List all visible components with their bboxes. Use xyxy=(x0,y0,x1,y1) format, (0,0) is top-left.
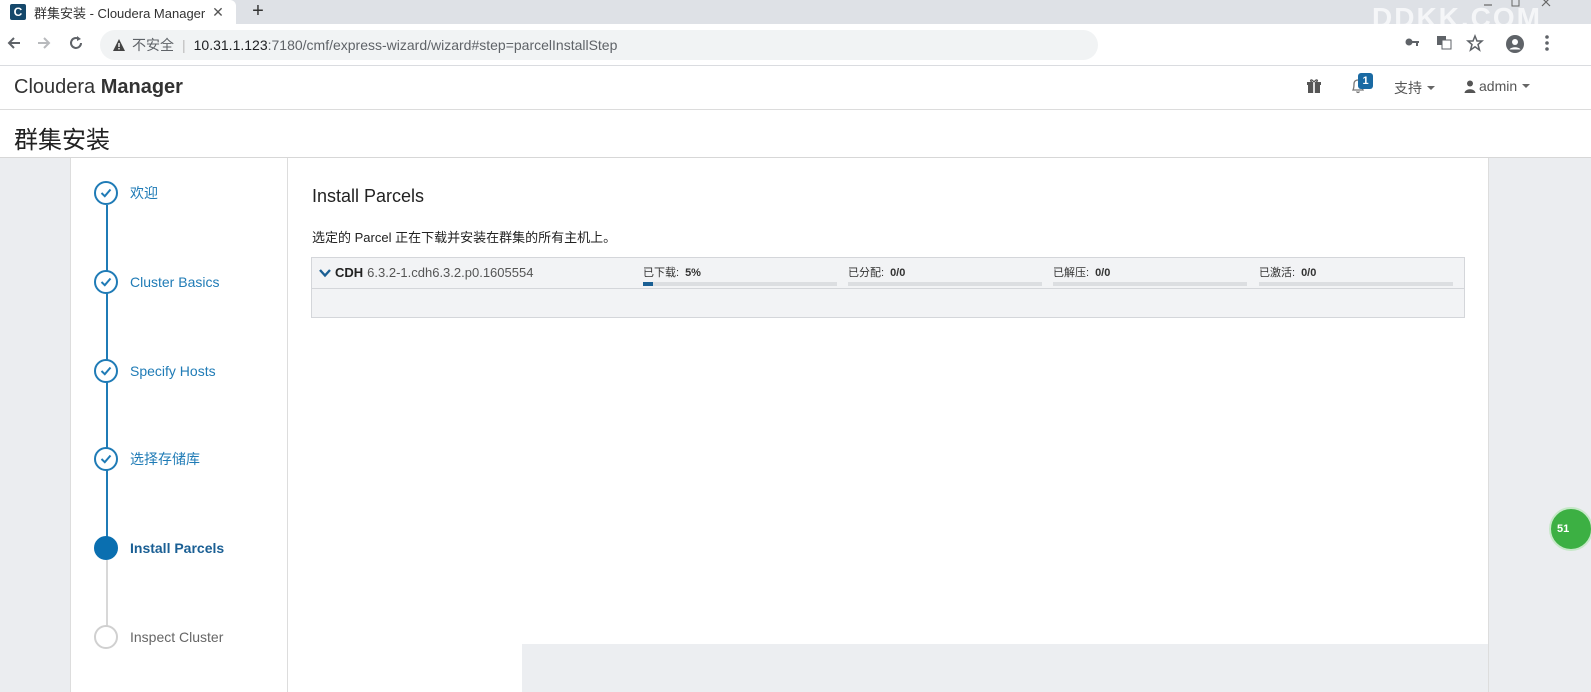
wizard-step-label: 选择存储库 xyxy=(130,451,200,467)
parcel-name: CDH xyxy=(335,265,364,280)
chevron-down-icon xyxy=(1522,84,1531,88)
url-host: 10.31.1.123 xyxy=(193,37,268,53)
unpacked-progress-bar xyxy=(1053,282,1247,286)
downloaded-progress-bar xyxy=(643,282,837,286)
profile-icon[interactable] xyxy=(1505,34,1525,59)
section-title: Install Parcels xyxy=(312,186,425,206)
tab-close-icon[interactable]: ✕ xyxy=(210,4,226,21)
wizard-step-inspect-cluster[interactable]: Inspect Cluster xyxy=(94,625,223,649)
restore-icon[interactable] xyxy=(1510,0,1522,11)
wizard-step-label: Cluster Basics xyxy=(130,274,220,290)
browser-toolbar: 不安全 | 10.31.1.123 :7180/cmf/express-wiza… xyxy=(0,24,1591,66)
floating-badge[interactable]: 51 xyxy=(1549,507,1591,551)
parcel-expand-toggle[interactable]: CDH 6.3.2-1.cdh6.3.2.p0.1605554 xyxy=(318,265,533,280)
bottom-panel xyxy=(522,644,1488,692)
downloaded-stat: 已下载: 5% xyxy=(643,264,837,286)
new-tab-button[interactable]: + xyxy=(248,0,268,24)
chevron-down-icon xyxy=(319,268,331,277)
warning-icon xyxy=(113,39,125,51)
translate-icon[interactable] xyxy=(1436,34,1452,55)
wizard-step-welcome[interactable]: 欢迎 xyxy=(94,181,158,205)
forward-button[interactable] xyxy=(34,34,54,54)
active-step-dot-icon xyxy=(94,536,118,560)
user-icon xyxy=(1464,80,1476,93)
page-title: 群集安装 xyxy=(14,127,110,154)
user-label: admin xyxy=(1479,78,1518,94)
back-button[interactable] xyxy=(4,34,24,54)
cm-header: Cloudera Manager 支持 admin xyxy=(0,66,1591,110)
logo-text-plain: Cloudera xyxy=(14,76,101,98)
support-label: 支持 xyxy=(1394,80,1422,96)
downloaded-label: 已下载: xyxy=(643,267,680,279)
wizard-step-label: Specify Hosts xyxy=(130,363,216,379)
parcel-gift-icon[interactable] xyxy=(1306,78,1322,94)
url-separator: | xyxy=(182,37,186,53)
distributed-label: 已分配: xyxy=(848,267,885,279)
activated-value: 0/0 xyxy=(1301,267,1317,279)
notification-count-badge[interactable]: 1 xyxy=(1358,73,1373,89)
wizard-step-specify-hosts[interactable]: Specify Hosts xyxy=(94,359,216,383)
url-bar[interactable]: 不安全 | 10.31.1.123 :7180/cmf/express-wiza… xyxy=(100,30,1098,60)
logo-text-bold: Manager xyxy=(100,76,183,98)
wizard-step-label: Inspect Cluster xyxy=(130,629,224,645)
wizard-step-select-repository[interactable]: 选择存储库 xyxy=(94,447,200,471)
wizard-steps-nav xyxy=(70,158,288,692)
activated-label: 已激活: xyxy=(1259,267,1296,279)
support-menu[interactable]: 支持 xyxy=(1394,78,1435,98)
wizard-step-label: 欢迎 xyxy=(130,185,158,201)
url-path: :7180/cmf/express-wizard/wizard#step=par… xyxy=(267,37,618,53)
checkmark-icon xyxy=(94,447,118,471)
downloaded-progress-fill xyxy=(643,282,653,286)
parcel-version: 6.3.2-1.cdh6.3.2.p0.1605554 xyxy=(367,265,534,280)
distributed-stat: 已分配: 0/0 xyxy=(848,264,1042,286)
downloaded-value: 5% xyxy=(685,267,701,279)
unpacked-value: 0/0 xyxy=(1095,267,1111,279)
browser-tabstrip: C 群集安装 - Cloudera Manager ✕ + DDKK.COM xyxy=(0,0,1591,33)
minimize-icon[interactable] xyxy=(1482,0,1494,11)
browser-tab[interactable]: C 群集安装 - Cloudera Manager ✕ xyxy=(0,0,236,24)
tab-title: 群集安装 - Cloudera Manager xyxy=(34,5,206,21)
wizard-step-label: Install Parcels xyxy=(130,540,225,556)
unpacked-label: 已解压: xyxy=(1053,267,1090,279)
menu-kebab-icon[interactable] xyxy=(1544,34,1550,57)
parcel-panel: CDH 6.3.2-1.cdh6.3.2.p0.1605554 已下载: 5% 已… xyxy=(311,257,1465,318)
activated-stat: 已激活: 0/0 xyxy=(1259,264,1453,286)
wizard-step-install-parcels[interactable]: Install Parcels xyxy=(94,536,224,560)
user-menu[interactable]: admin xyxy=(1464,78,1531,94)
step-connector-line-pending xyxy=(106,560,108,626)
checkmark-icon xyxy=(94,359,118,383)
star-icon[interactable] xyxy=(1466,33,1484,57)
parcel-row: CDH 6.3.2-1.cdh6.3.2.p0.1605554 已下载: 5% 已… xyxy=(312,258,1464,289)
page-titlebar: 群集安装 xyxy=(0,111,1591,158)
checkmark-icon xyxy=(94,181,118,205)
wizard-step-cluster-basics[interactable]: Cluster Basics xyxy=(94,270,219,294)
distributed-progress-bar xyxy=(848,282,1042,286)
pending-step-circle-icon xyxy=(94,625,118,649)
chevron-down-icon xyxy=(1427,86,1435,90)
unpacked-stat: 已解压: 0/0 xyxy=(1053,264,1247,286)
key-icon[interactable] xyxy=(1404,34,1420,55)
insecure-label: 不安全 xyxy=(132,37,174,53)
section-description: 选定的 Parcel 正在下载并安装在群集的所有主机上。 xyxy=(312,230,617,245)
window-close-icon[interactable] xyxy=(1540,0,1552,11)
cloudera-favicon-icon: C xyxy=(10,4,26,20)
distributed-value: 0/0 xyxy=(890,267,906,279)
activated-progress-bar xyxy=(1259,282,1453,286)
checkmark-icon xyxy=(94,270,118,294)
cloudera-manager-logo[interactable]: Cloudera Manager xyxy=(14,76,183,99)
reload-button[interactable] xyxy=(66,34,86,54)
